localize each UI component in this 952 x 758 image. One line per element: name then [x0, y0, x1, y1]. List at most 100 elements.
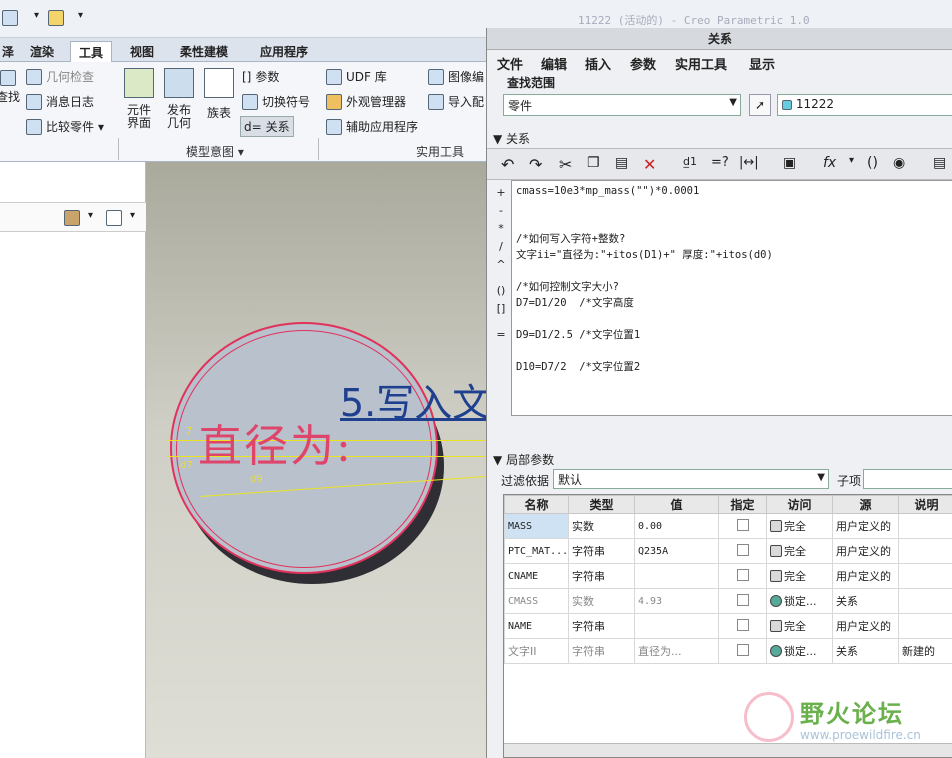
- param-type[interactable]: 字符串: [568, 613, 635, 639]
- param-name[interactable]: NAME: [504, 613, 569, 639]
- folder-icon[interactable]: [48, 10, 64, 26]
- param-name[interactable]: CNAME: [504, 563, 569, 589]
- customize-icon[interactable]: ▾: [78, 10, 83, 21]
- col-designate[interactable]: 指定: [718, 495, 767, 514]
- tab-view[interactable]: 视图: [122, 41, 162, 62]
- copy-icon[interactable]: ❐: [587, 155, 600, 171]
- table-row[interactable]: PTC_MAT... 字符串 Q235A 完全 用户定义的: [504, 538, 952, 564]
- menu-display[interactable]: 显示: [749, 54, 775, 73]
- publish-geometry-button[interactable]: 发布 几何: [164, 68, 194, 130]
- op-minus[interactable]: -: [493, 202, 509, 220]
- family-table-button[interactable]: 族表: [204, 68, 234, 121]
- col-source[interactable]: 源: [832, 495, 899, 514]
- tab-applications[interactable]: 应用程序: [252, 41, 316, 62]
- param-type[interactable]: 字符串: [568, 538, 635, 564]
- op-plus[interactable]: +: [493, 184, 509, 202]
- col-value[interactable]: 值: [634, 495, 719, 514]
- message-log-button[interactable]: 消息日志: [26, 93, 94, 110]
- tab-partial[interactable]: 泽: [0, 41, 22, 62]
- component-interface-button[interactable]: 元件 界面: [124, 68, 154, 130]
- param-desc[interactable]: [898, 513, 952, 539]
- verify-icon[interactable]: ▣: [783, 155, 796, 171]
- table-row[interactable]: CMASS 实数 4.93 锁定... 关系: [504, 588, 952, 614]
- tab-render[interactable]: 渲染: [22, 41, 62, 62]
- import-config-button[interactable]: 导入配: [428, 93, 484, 110]
- function-icon[interactable]: fx: [823, 155, 836, 171]
- paste-icon[interactable]: ▤: [615, 155, 628, 171]
- local-params-section[interactable]: ▼ 局部参数: [487, 451, 952, 467]
- param-type[interactable]: 字符串: [568, 563, 635, 589]
- switch-symbols-button[interactable]: 切换符号: [242, 93, 310, 110]
- evaluate-icon[interactable]: =?: [711, 155, 729, 170]
- tab-tools[interactable]: 工具: [70, 41, 113, 62]
- tree-settings-icon[interactable]: [64, 210, 80, 226]
- units-icon[interactable]: |↔|: [739, 155, 759, 170]
- delete-icon[interactable]: ✕: [643, 155, 656, 174]
- table-row[interactable]: CNAME 字符串 完全 用户定义的: [504, 563, 952, 589]
- param-value[interactable]: [634, 613, 719, 639]
- param-access[interactable]: 锁定...: [766, 638, 833, 664]
- tree-filter-icon[interactable]: [106, 210, 122, 226]
- op-multiply[interactable]: *: [493, 220, 509, 238]
- parameter-search-icon[interactable]: ◉: [893, 155, 905, 171]
- group-model-intent[interactable]: 模型意图 ▾: [186, 143, 244, 160]
- param-value[interactable]: Q235A: [634, 538, 719, 564]
- param-type[interactable]: 实数: [568, 588, 635, 614]
- select-pointer-button[interactable]: ➚: [749, 94, 771, 116]
- menu-parameters[interactable]: 参数: [630, 54, 656, 73]
- table-row[interactable]: NAME 字符串 完全 用户定义的: [504, 613, 952, 639]
- designate-checkbox[interactable]: [736, 618, 749, 631]
- op-parens[interactable]: (): [493, 282, 509, 300]
- param-access[interactable]: 锁定...: [766, 588, 833, 614]
- menu-file[interactable]: 文件: [497, 54, 523, 73]
- param-type[interactable]: 实数: [568, 513, 635, 539]
- param-desc[interactable]: [898, 613, 952, 639]
- image-editor-button[interactable]: 图像编: [428, 68, 484, 85]
- filter-select[interactable]: 默认 ▼: [553, 469, 829, 489]
- relations-editor[interactable]: cmass=10e3*mp_mass("")*0.0001 /*如何写入字符+整…: [511, 180, 952, 416]
- menu-insert[interactable]: 插入: [585, 54, 611, 73]
- parentheses-icon[interactable]: (): [867, 155, 878, 171]
- op-power[interactable]: ^: [493, 256, 509, 274]
- dropdown-icon[interactable]: ▾: [34, 10, 39, 21]
- appearance-manager-button[interactable]: 外观管理器: [326, 93, 406, 110]
- relations-section-label[interactable]: ▼ 关系: [493, 130, 530, 147]
- param-value[interactable]: 直径为...: [634, 638, 719, 664]
- param-name[interactable]: CMASS: [504, 588, 569, 614]
- designate-checkbox[interactable]: [736, 518, 749, 531]
- param-value[interactable]: [634, 563, 719, 589]
- designate-checkbox[interactable]: [736, 543, 749, 556]
- parameters-button[interactable]: [] 参数: [242, 68, 279, 85]
- tab-flexible-modeling[interactable]: 柔性建模: [172, 41, 236, 62]
- auxiliary-apps-button[interactable]: 辅助应用程序: [326, 118, 418, 135]
- param-desc[interactable]: [898, 588, 952, 614]
- param-access[interactable]: 完全: [766, 538, 833, 564]
- menu-edit[interactable]: 编辑: [541, 54, 567, 73]
- redo-icon[interactable]: ↷: [529, 155, 542, 174]
- param-name[interactable]: 文字II: [504, 638, 569, 664]
- lookup-type-select[interactable]: 零件 ▼: [503, 94, 741, 116]
- param-name[interactable]: MASS: [504, 513, 569, 539]
- param-desc[interactable]: [898, 538, 952, 564]
- undo-icon[interactable]: ↶: [501, 155, 514, 174]
- param-value[interactable]: 4.93: [634, 588, 719, 614]
- param-desc[interactable]: 新建的: [898, 638, 952, 664]
- compare-parts-button[interactable]: 比较零件 ▾: [26, 118, 104, 135]
- param-desc[interactable]: [898, 563, 952, 589]
- designate-checkbox[interactable]: [736, 593, 749, 606]
- dropdown-icon[interactable]: ▾: [88, 210, 93, 221]
- dropdown-icon[interactable]: ▾: [130, 210, 135, 221]
- cut-icon[interactable]: ✂: [559, 155, 572, 174]
- designate-checkbox[interactable]: [736, 568, 749, 581]
- geometry-check-button[interactable]: 几何检查: [26, 68, 94, 85]
- relations-button[interactable]: d= 关系: [240, 116, 294, 137]
- param-access[interactable]: 完全: [766, 563, 833, 589]
- dropdown-icon[interactable]: ▾: [849, 155, 854, 166]
- col-access[interactable]: 访问: [766, 495, 833, 514]
- col-name[interactable]: 名称: [504, 495, 569, 514]
- param-value[interactable]: 0.00: [634, 513, 719, 539]
- udf-library-button[interactable]: UDF 库: [326, 68, 387, 85]
- param-name[interactable]: PTC_MAT...: [504, 538, 569, 564]
- table-row[interactable]: 文字II 字符串 直径为... 锁定... 关系 新建的: [504, 638, 952, 664]
- designate-checkbox[interactable]: [736, 643, 749, 656]
